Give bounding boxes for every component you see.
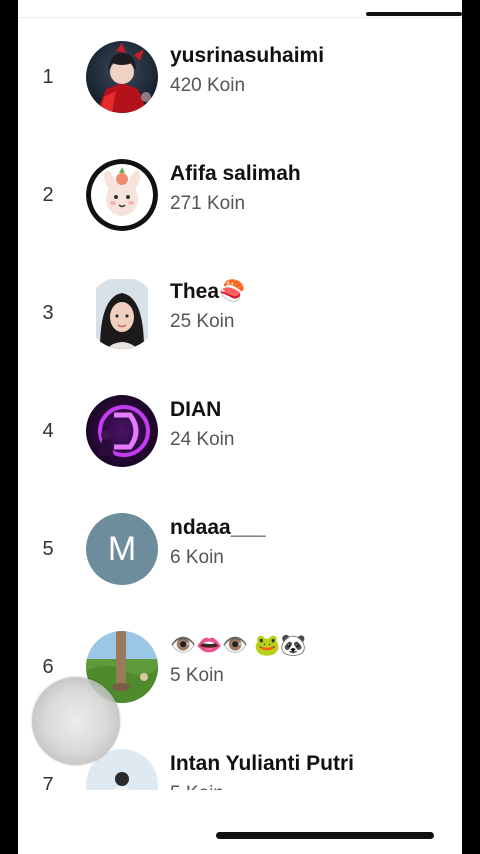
scroll-indicator: [366, 12, 462, 16]
coin-count: 25 Koin: [170, 311, 235, 332]
assistive-touch-button[interactable]: [32, 677, 120, 765]
rank-number: 2: [42, 184, 54, 206]
user-name: DIAN: [170, 398, 222, 421]
user-avatar[interactable]: [86, 277, 158, 349]
coin-count: 271 Koin: [170, 193, 246, 214]
user-avatar[interactable]: M: [86, 513, 158, 585]
user-avatar[interactable]: [86, 159, 158, 231]
coin-count: 5 Koin: [170, 665, 224, 686]
user-name: Thea🍣: [170, 280, 246, 303]
leaderboard-row[interactable]: 5 M ndaaa___ 6 Koin: [18, 490, 462, 608]
user-name: ndaaa___: [170, 516, 266, 539]
coin-count: 24 Koin: [170, 429, 235, 450]
user-avatar[interactable]: [86, 395, 158, 467]
rank-number: 4: [42, 420, 54, 442]
user-name: Afifa salimah: [170, 162, 301, 185]
coin-count: 6 Koin: [170, 547, 224, 568]
rank-number: 1: [42, 66, 54, 88]
user-avatar[interactable]: [86, 41, 158, 113]
avatar-initial: M: [107, 529, 137, 568]
leaderboard-row[interactable]: 1 yusrinasuhaimi 420 Koin: [18, 18, 462, 136]
rank-number: 3: [42, 302, 54, 324]
user-name: yusrinasuhaimi: [170, 44, 325, 67]
leaderboard-row[interactable]: 3 Thea🍣 25 Koin: [18, 254, 462, 372]
coin-count: 420 Koin: [170, 75, 246, 96]
leaderboard-row[interactable]: 2 Afifa salimah 271 Koin: [18, 136, 462, 254]
bottom-fade: [18, 790, 462, 854]
leaderboard-row[interactable]: 4 DIAN 24 Koin: [18, 372, 462, 490]
rank-number: 5: [42, 538, 54, 560]
rank-number: 6: [42, 656, 54, 678]
user-name: Intan Yulianti Putri: [170, 752, 354, 775]
user-name: 👁️👄👁️ 🐸🐼: [170, 634, 307, 657]
home-indicator[interactable]: [216, 832, 434, 839]
